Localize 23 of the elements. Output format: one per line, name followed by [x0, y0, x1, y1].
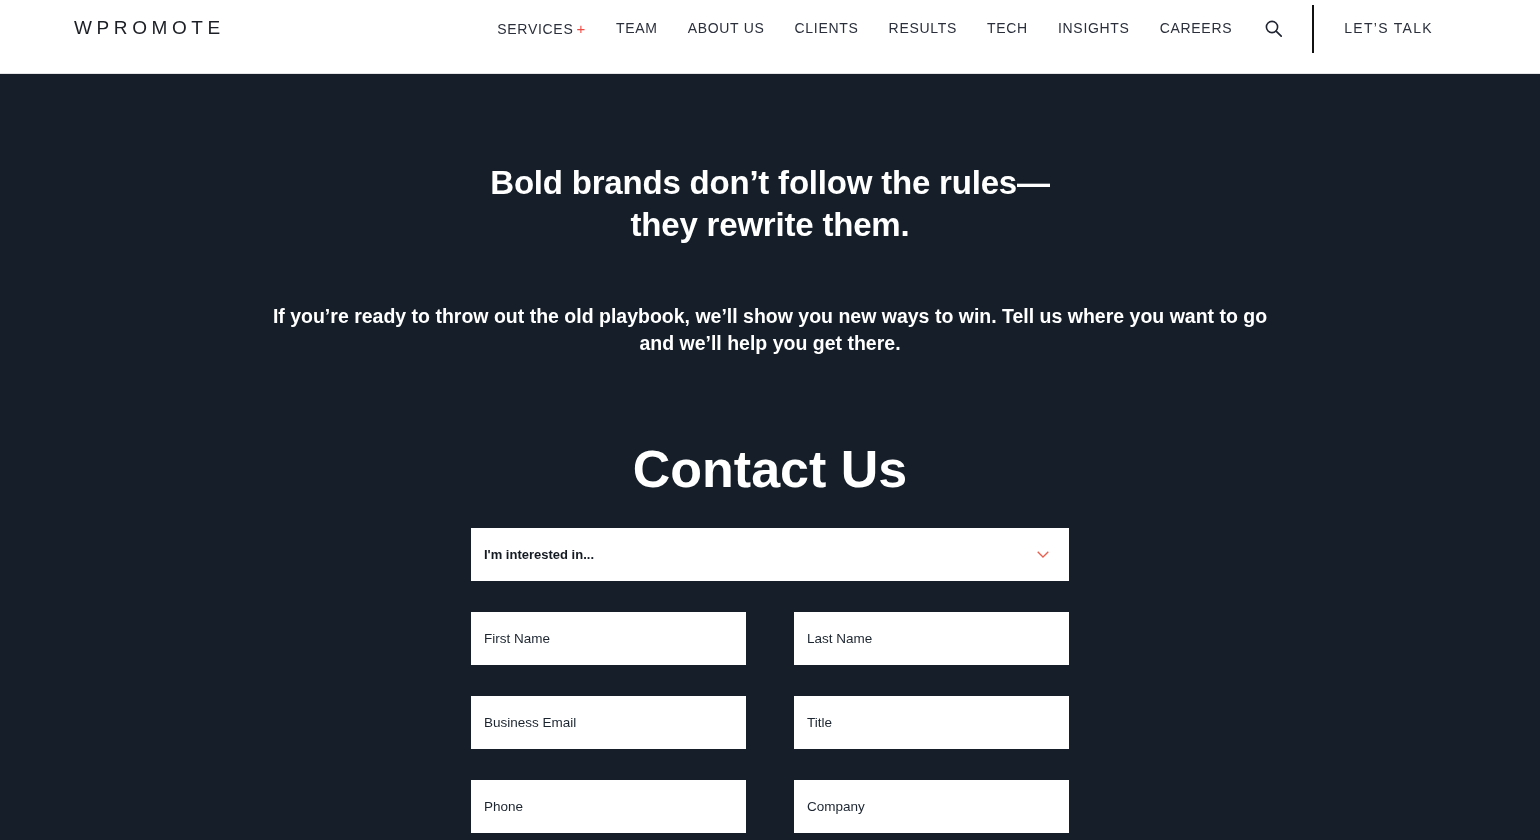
nav-link[interactable]: RESULTS [888, 20, 957, 36]
nav-link[interactable]: CLIENTS [794, 20, 859, 36]
intro-text: If you’re ready to throw out the old playbook, we’ll show you new ways to win. Tell us where you want to go and we’ll help you get there. [272, 304, 1268, 356]
text-field[interactable]: Phone [471, 780, 746, 833]
nav-link[interactable]: ABOUT US [687, 20, 765, 36]
search-icon [1265, 19, 1283, 37]
headline: Bold brands don’t follow the rules— they rewrite them. [490, 163, 1050, 245]
text-field[interactable]: Title [794, 696, 1069, 749]
text-field[interactable]: Business Email [471, 696, 746, 749]
lets-talk-link[interactable]: LET’S TALK [1344, 20, 1433, 36]
contact-title: Contact Us [632, 439, 908, 499]
text-field[interactable]: Last Name [794, 612, 1069, 665]
text-field[interactable]: Company [794, 780, 1069, 833]
nav-link[interactable]: INSIGHTS [1057, 20, 1130, 36]
nav-link[interactable]: SERVICES + [497, 19, 586, 37]
interest-select[interactable]: I'm interested in... [471, 528, 1069, 581]
nav-link[interactable]: TECH [987, 20, 1028, 36]
search-button[interactable] [1265, 19, 1283, 37]
chevron-down-icon [1037, 551, 1049, 558]
nav-link[interactable]: TEAM [615, 20, 658, 36]
text-field[interactable]: First Name [471, 612, 746, 665]
logo[interactable]: WPROMOTE [74, 17, 225, 39]
nav-link[interactable]: CAREERS [1159, 20, 1233, 36]
